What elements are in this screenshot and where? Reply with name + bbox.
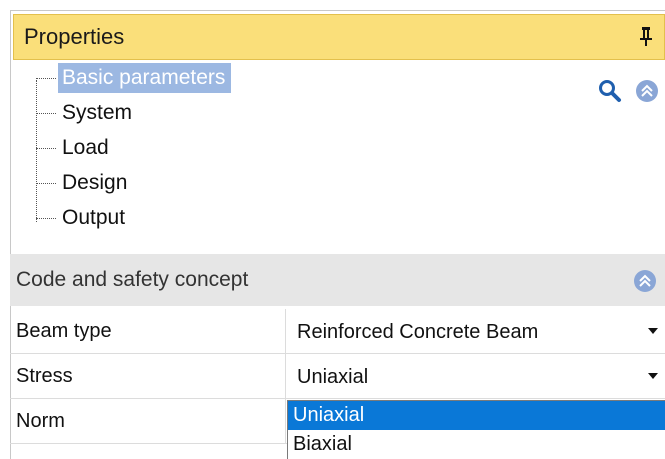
section-header-code-safety[interactable]: Code and safety concept bbox=[10, 254, 665, 306]
search-icon[interactable] bbox=[597, 78, 623, 104]
dropdown-option-uniaxial[interactable]: Uniaxial bbox=[288, 401, 665, 430]
tree-connector bbox=[36, 147, 56, 149]
tree-item-label: Design bbox=[62, 171, 128, 194]
property-name: Norm bbox=[16, 410, 65, 432]
tree-item-output[interactable]: Output bbox=[36, 203, 131, 233]
dropdown-arrow-icon[interactable] bbox=[640, 356, 665, 396]
collapse-up-icon[interactable] bbox=[632, 268, 658, 294]
column-divider bbox=[285, 309, 286, 354]
stress-dropdown-list: Uniaxial Biaxial bbox=[287, 400, 665, 459]
panel-title: Properties bbox=[24, 24, 125, 49]
dropdown-option-biaxial[interactable]: Biaxial bbox=[288, 430, 665, 459]
tree-item-label: System bbox=[62, 101, 133, 124]
tree-connector bbox=[36, 217, 56, 219]
tree-item-system[interactable]: System bbox=[36, 98, 138, 128]
section-title: Code and safety concept bbox=[16, 268, 249, 291]
tree-item-label: Load bbox=[62, 136, 109, 159]
tree-connector bbox=[36, 112, 56, 114]
property-row-beam-type: Beam type Reinforced Concrete Beam bbox=[10, 309, 665, 354]
property-row-stress: Stress Uniaxial bbox=[10, 354, 665, 399]
stress-select[interactable]: Uniaxial bbox=[297, 354, 368, 398]
property-name: Beam type bbox=[16, 320, 112, 342]
tree-item-label: Output bbox=[62, 206, 126, 229]
column-divider bbox=[285, 399, 286, 444]
pin-icon[interactable] bbox=[638, 25, 654, 47]
tree-connector bbox=[36, 77, 56, 79]
beam-type-select[interactable]: Reinforced Concrete Beam bbox=[297, 309, 538, 353]
dropdown-arrow-icon[interactable] bbox=[640, 311, 665, 351]
tree-connector bbox=[36, 182, 56, 184]
tree-item-label: Basic parameters bbox=[58, 63, 232, 93]
tree-item-design[interactable]: Design bbox=[36, 168, 133, 198]
navigation-tree: Basic parameters System Load Design Outp… bbox=[0, 62, 665, 252]
column-divider bbox=[285, 354, 286, 399]
properties-title-bar: Properties bbox=[13, 14, 665, 60]
tree-item-load[interactable]: Load bbox=[36, 133, 115, 163]
collapse-up-icon[interactable] bbox=[634, 78, 660, 104]
tree-item-basic-parameters[interactable]: Basic parameters bbox=[36, 63, 232, 93]
property-name: Stress bbox=[16, 365, 73, 387]
